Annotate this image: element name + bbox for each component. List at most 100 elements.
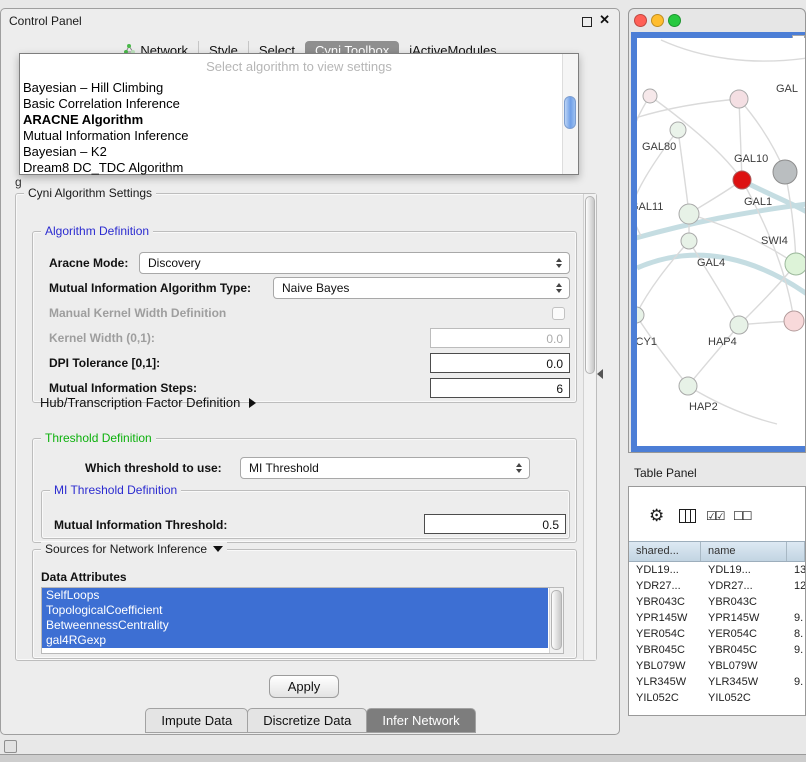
network-node[interactable] bbox=[773, 160, 797, 184]
network-node[interactable] bbox=[784, 311, 804, 331]
app-root: Control Panel ✕ NetworkStyleSelectCyni T… bbox=[0, 0, 806, 762]
mi-algorithm-type-select[interactable]: Naive Bayes bbox=[273, 277, 570, 299]
close-icon[interactable]: ✕ bbox=[599, 12, 610, 28]
bottom-tab-impute-data[interactable]: Impute Data bbox=[145, 708, 248, 733]
which-threshold-label: Which threshold to use: bbox=[85, 461, 222, 475]
scrollbar-thumb[interactable] bbox=[551, 590, 562, 650]
bottom-tab-discretize-data[interactable]: Discretize Data bbox=[247, 708, 367, 733]
network-node[interactable] bbox=[670, 122, 686, 138]
gear-icon[interactable]: ⚙ bbox=[649, 507, 664, 524]
node-label: SWI4 bbox=[761, 235, 788, 247]
apply-button[interactable]: Apply bbox=[269, 675, 339, 698]
network-node[interactable] bbox=[785, 253, 805, 275]
dpi-tolerance-field[interactable]: 0.0 bbox=[430, 353, 570, 373]
table-row[interactable]: YBR045CYBR045C9. bbox=[629, 642, 805, 658]
mi-algorithm-type-value: Naive Bayes bbox=[282, 281, 349, 295]
mi-threshold-field[interactable]: 0.5 bbox=[424, 514, 566, 534]
algorithm-definition-title: Algorithm Definition bbox=[41, 224, 153, 238]
algorithm-options: Bayesian – Hill ClimbingBasic Correlatio… bbox=[20, 80, 578, 176]
attribute-item[interactable]: TopologicalCoefficient bbox=[42, 603, 548, 618]
select-all-columns-icon[interactable]: ☑☑ bbox=[706, 509, 724, 523]
table-row[interactable]: YPR145WYPR145W9. bbox=[629, 610, 805, 626]
network-node[interactable] bbox=[679, 377, 697, 395]
kernel-width-field[interactable]: 0.0 bbox=[430, 328, 570, 348]
close-traffic-icon[interactable] bbox=[634, 14, 647, 27]
table-cell: YBR043C bbox=[629, 594, 701, 610]
table-row[interactable]: YLR345WYLR345W9. bbox=[629, 674, 805, 690]
algorithm-option[interactable]: ARACNE Algorithm bbox=[20, 112, 563, 128]
table-row[interactable]: YDR27...YDR27...12 bbox=[629, 578, 805, 594]
attribute-item[interactable]: BetweennessCentrality bbox=[42, 618, 548, 633]
table-row[interactable]: YBL079WYBL079W bbox=[629, 658, 805, 674]
column-header-shared[interactable]: shared... bbox=[629, 542, 701, 561]
mi-steps-field[interactable]: 6 bbox=[430, 378, 570, 398]
table-cell: YER054C bbox=[701, 626, 787, 642]
node-label: GAL11 bbox=[637, 201, 663, 213]
minimize-traffic-icon[interactable] bbox=[651, 14, 664, 27]
table-cell: YDR27... bbox=[701, 578, 787, 594]
table-row[interactable]: YIL052CYIL052C bbox=[629, 690, 805, 706]
mi-steps-label: Mutual Information Steps: bbox=[49, 381, 197, 395]
network-edge bbox=[785, 172, 796, 264]
kernel-width-label: Kernel Width (0,1): bbox=[49, 331, 155, 345]
zoom-traffic-icon[interactable] bbox=[668, 14, 681, 27]
algorithm-option[interactable]: Bayesian – K2 bbox=[20, 144, 563, 160]
network-node[interactable] bbox=[643, 89, 657, 103]
scrollbar-thumb[interactable] bbox=[564, 96, 576, 129]
network-node[interactable] bbox=[733, 171, 751, 189]
which-threshold-value: MI Threshold bbox=[249, 461, 319, 475]
network-edge bbox=[739, 99, 742, 180]
traffic-lights bbox=[634, 14, 681, 27]
network-node[interactable] bbox=[637, 307, 644, 323]
network-edge bbox=[650, 96, 742, 180]
node-label: HAP4 bbox=[708, 336, 737, 348]
network-node[interactable] bbox=[681, 233, 697, 249]
cyni-algorithm-settings-group: Cyni Algorithm Settings Algorithm Defini… bbox=[15, 193, 597, 661]
table-cell: YBR045C bbox=[701, 642, 787, 658]
bottom-tab-infer-network[interactable]: Infer Network bbox=[366, 708, 475, 733]
table-row[interactable]: YER054CYER054C8. bbox=[629, 626, 805, 642]
table-row[interactable]: YBR043CYBR043C bbox=[629, 594, 805, 610]
network-node[interactable] bbox=[730, 316, 748, 334]
network-node[interactable] bbox=[679, 204, 699, 224]
table-cell: YDL19... bbox=[629, 562, 701, 578]
algorithm-option[interactable]: Bayesian – Hill Climbing bbox=[20, 80, 563, 96]
attribute-item[interactable]: gal4RGexp bbox=[42, 633, 548, 648]
network-edge bbox=[678, 130, 689, 214]
algorithm-option[interactable]: Dream8 DC_TDC Algorithm bbox=[20, 160, 563, 176]
table-cell: YER054C bbox=[629, 626, 701, 642]
table-cell: YBR045C bbox=[629, 642, 701, 658]
attribute-item[interactable]: SelfLoops bbox=[42, 588, 548, 603]
data-attributes-list: SelfLoopsTopologicalCoefficientBetweenne… bbox=[41, 587, 564, 654]
column-header-extra[interactable] bbox=[787, 542, 805, 561]
columns-icon[interactable] bbox=[679, 509, 696, 523]
table-toolbar: ⚙ ☑☑ ☐☐ bbox=[629, 487, 805, 539]
popup-scrollbar[interactable] bbox=[562, 54, 578, 174]
network-node[interactable] bbox=[730, 90, 748, 108]
table-cell bbox=[787, 690, 805, 706]
network-canvas[interactable]: GALGAL80GAL10GAL11GAL1SWI4GAL4GCY1HAP4HA… bbox=[637, 38, 805, 446]
aracne-mode-select[interactable]: Discovery bbox=[139, 252, 570, 274]
manual-kernel-width-checkbox[interactable] bbox=[552, 307, 565, 320]
network-edge bbox=[637, 315, 688, 386]
splitter-collapse-arrow[interactable] bbox=[597, 369, 603, 379]
hub-transcription-factor-expander[interactable]: Hub/Transcription Factor Definition bbox=[40, 395, 256, 410]
table-row[interactable]: YDL19...YDL19...13 bbox=[629, 562, 805, 578]
network-edge bbox=[637, 241, 689, 315]
column-header-name[interactable]: name bbox=[701, 542, 787, 561]
algorithm-option[interactable]: Mutual Information Inference bbox=[20, 128, 563, 144]
sources-title-toggle[interactable]: Sources for Network Inference bbox=[41, 542, 227, 556]
expander-right-icon bbox=[249, 398, 256, 408]
settings-scrollbar[interactable] bbox=[583, 194, 596, 660]
deselect-all-columns-icon[interactable]: ☐☐ bbox=[733, 509, 751, 523]
network-edge bbox=[688, 325, 739, 386]
attributes-scrollbar[interactable] bbox=[549, 588, 563, 653]
mi-algorithm-type-label: Mutual Information Algorithm Type: bbox=[49, 281, 251, 295]
scrollbar-thumb[interactable] bbox=[585, 196, 595, 374]
docked-panel-icon[interactable] bbox=[4, 740, 17, 753]
float-window-icon[interactable] bbox=[582, 17, 592, 27]
algorithm-option[interactable]: Basic Correlation Inference bbox=[20, 96, 563, 112]
which-threshold-select[interactable]: MI Threshold bbox=[240, 457, 530, 479]
network-window: GALGAL80GAL10GAL11GAL1SWI4GAL4GCY1HAP4HA… bbox=[628, 8, 806, 453]
dpi-tolerance-label: DPI Tolerance [0,1]: bbox=[49, 356, 160, 370]
